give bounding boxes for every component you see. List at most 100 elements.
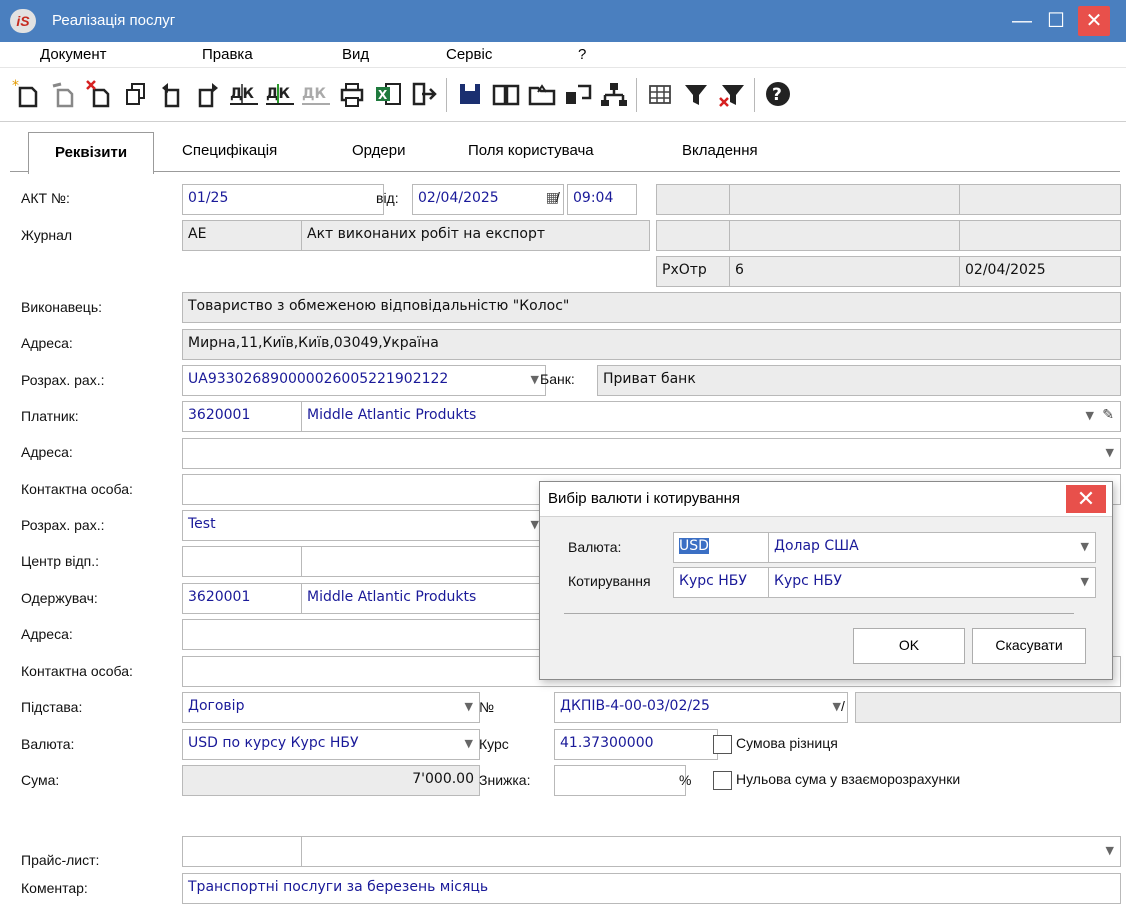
dialog-valuta-select[interactable]: Долар США ▼ (768, 532, 1096, 563)
dialog-title: Вибір валюти і котирування (548, 490, 741, 507)
menu-view[interactable]: Вид (342, 46, 369, 63)
platnyk-name-select[interactable]: Middle Atlantic Produkts ▼ ✎ (301, 401, 1121, 432)
valuta-label: Валюта: (21, 736, 75, 752)
book-icon[interactable] (490, 78, 522, 110)
tab-user-fields[interactable]: Поля користувача (468, 142, 594, 159)
dialog-kotyr-label: Котирування (568, 573, 651, 589)
cancel-button[interactable]: Скасувати (972, 628, 1086, 664)
tab-requisites[interactable]: Реквізити (28, 132, 154, 174)
clear-filter-icon[interactable] (716, 78, 748, 110)
komentar-input[interactable]: Транспортні послуги за березень місяць (182, 873, 1121, 904)
menu-help[interactable]: ? (578, 46, 586, 63)
chevron-down-icon[interactable]: ▼ (465, 730, 473, 757)
vykonavets-label: Виконавець: (21, 299, 103, 315)
kurs-label: Курс (479, 736, 509, 752)
sumova-checkbox[interactable] (713, 735, 732, 754)
zhurnal-name: Акт виконаних робіт на експорт (301, 220, 650, 251)
centr-name-input[interactable] (301, 546, 553, 577)
toolbar-separator (446, 78, 447, 112)
centr-code-input[interactable] (182, 546, 314, 577)
znyzhka-input[interactable] (554, 765, 686, 796)
filter-icon[interactable] (680, 78, 712, 110)
nulova-checkbox[interactable] (713, 771, 732, 790)
rozrax1-select[interactable]: UA933026890000026005221902122 ▼ (182, 365, 546, 396)
down-doc-icon[interactable] (192, 78, 224, 110)
up-doc-icon[interactable] (156, 78, 188, 110)
rxotr-date: 02/04/2025 (959, 256, 1121, 287)
tab-specification[interactable]: Специфікація (182, 142, 277, 159)
number-label: № (479, 699, 495, 715)
svg-text:X: X (378, 88, 388, 102)
dialog-close-button[interactable]: ✕ (1066, 485, 1106, 513)
tab-orders[interactable]: Ордери (352, 142, 405, 159)
adresa2-select[interactable]: ▼ (182, 438, 1121, 469)
valuta-select[interactable]: USD по курсу Курс НБУ ▼ (182, 729, 480, 760)
new-doc-icon[interactable]: * (12, 78, 44, 110)
copy-icon[interactable] (120, 78, 152, 110)
chevron-down-icon[interactable]: ▼ (531, 366, 539, 393)
tab-attachments[interactable]: Вкладення (682, 142, 758, 159)
chevron-down-icon[interactable]: ▼ (1106, 439, 1114, 466)
new-copy-icon[interactable] (48, 78, 80, 110)
excel-icon[interactable]: X (372, 78, 404, 110)
contract-extra-field (855, 692, 1121, 723)
toolbar: * ДК ДК ДК X ? (0, 68, 1126, 122)
toolbar-separator (754, 78, 755, 112)
dialog-divider (564, 613, 1074, 614)
svg-text:*: * (12, 78, 19, 94)
dk-green-icon[interactable]: ДК (264, 78, 296, 110)
rozrax2-select[interactable]: Test ▼ (182, 510, 546, 541)
oderzhuvach-name-input[interactable]: Middle Atlantic Produkts (301, 583, 553, 614)
minimize-button[interactable]: — (1006, 6, 1038, 36)
info-box (729, 220, 972, 251)
dialog-kotyr-code-input[interactable]: Курс НБУ (673, 567, 781, 598)
time-input[interactable]: 09:04 (567, 184, 637, 215)
ok-button[interactable]: OK (853, 628, 965, 664)
pidstava-select[interactable]: Договір ▼ (182, 692, 480, 723)
close-button[interactable]: ✕ (1078, 6, 1110, 36)
chevron-down-icon[interactable]: ▼ (465, 693, 473, 720)
link-icon[interactable] (562, 78, 594, 110)
folder-icon[interactable] (526, 78, 558, 110)
chevron-down-icon[interactable]: ▼ (833, 693, 841, 720)
chevron-down-icon[interactable]: ▼ (1106, 837, 1114, 864)
hierarchy-icon[interactable] (598, 78, 630, 110)
pidstava-value: Договір (188, 698, 245, 714)
save-icon[interactable] (454, 78, 486, 110)
percent-label: % (679, 772, 692, 788)
kurs-input[interactable]: 41.37300000 (554, 729, 718, 760)
grid-icon[interactable] (644, 78, 676, 110)
chevron-down-icon[interactable]: ▼ (1081, 568, 1089, 595)
platnyk-code-input[interactable]: 3620001 (182, 401, 314, 432)
chevron-down-icon[interactable]: ▼ (531, 511, 539, 538)
menu-document[interactable]: Документ (40, 46, 107, 63)
chevron-down-icon[interactable]: ▼ (1086, 402, 1094, 429)
dialog-valuta-code-input[interactable]: USD (673, 532, 781, 563)
help-icon[interactable]: ? (762, 78, 794, 110)
kontakt1-label: Контактна особа: (21, 481, 133, 497)
maximize-button[interactable]: ☐ (1040, 6, 1072, 36)
contract-number-value: ДКПІВ-4-00-03/02/25 (560, 698, 710, 714)
chevron-down-icon[interactable]: ▼ (1081, 533, 1089, 560)
delete-doc-icon[interactable] (84, 78, 116, 110)
menu-edit[interactable]: Правка (202, 46, 253, 63)
dialog-title-bar: Вибір валюти і котирування ✕ (540, 482, 1112, 517)
akt-number-input[interactable]: 01/25 (182, 184, 384, 215)
oderzhuvach-code-input[interactable]: 3620001 (182, 583, 314, 614)
prais-code-input[interactable] (182, 836, 314, 867)
dialog-kotyr-select[interactable]: Курс НБУ ▼ (768, 567, 1096, 598)
date-input[interactable]: 02/04/2025 ▦ (412, 184, 564, 215)
pencil-icon[interactable]: ✎ (1102, 402, 1114, 429)
dk-icon[interactable]: ДК (228, 78, 260, 110)
adresa1-field: Мирна,11,Київ,Київ,03049,Україна (182, 329, 1121, 360)
dk-gray-icon[interactable]: ДК (300, 78, 332, 110)
print-icon[interactable] (336, 78, 368, 110)
prais-select[interactable]: ▼ (301, 836, 1121, 867)
toolbar-separator (636, 78, 637, 112)
akt-label: АКТ №: (21, 190, 70, 206)
menu-service[interactable]: Сервіс (446, 46, 492, 63)
adresa3-input[interactable] (182, 619, 554, 650)
contract-slash: / (841, 698, 845, 714)
contract-number-select[interactable]: ДКПІВ-4-00-03/02/25 ▼ (554, 692, 848, 723)
exit-icon[interactable] (408, 78, 440, 110)
